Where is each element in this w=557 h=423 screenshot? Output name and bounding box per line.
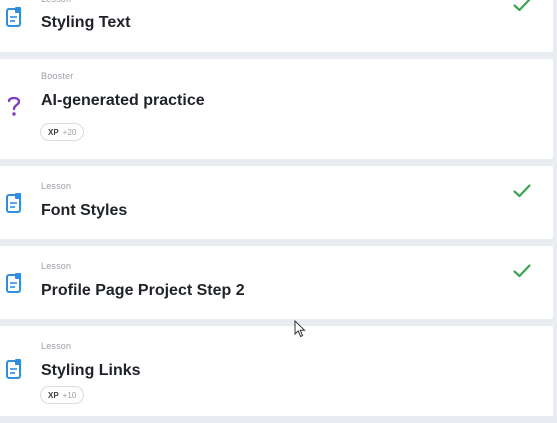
- question-mark-icon: [6, 95, 22, 116]
- xp-label: XP: [48, 127, 59, 137]
- list-item-profile-page-project-step-2[interactable]: Lesson Profile Page Project Step 2: [0, 246, 553, 319]
- item-title: Styling Links: [41, 362, 141, 379]
- lesson-doc-icon: [6, 7, 22, 27]
- xp-badge: XP +20: [40, 123, 85, 141]
- list-item-styling-text[interactable]: Lesson Styling Text: [0, 0, 553, 52]
- xp-value: +10: [62, 390, 77, 400]
- list-item-font-styles[interactable]: Lesson Font Styles: [0, 166, 553, 239]
- list-item-styling-links[interactable]: Lesson Styling Links XP +10: [0, 326, 553, 416]
- lesson-doc-icon: [6, 193, 22, 213]
- completed-check-icon: [513, 264, 531, 278]
- item-title: AI-generated practice: [41, 92, 205, 109]
- item-title: Font Styles: [41, 202, 128, 219]
- item-kind-label: Lesson: [41, 261, 72, 271]
- list-item-ai-generated-practice[interactable]: Booster AI-generated practice XP +20: [0, 59, 553, 159]
- item-title: Profile Page Project Step 2: [41, 282, 245, 299]
- item-kind-label: Lesson: [41, 181, 72, 191]
- mouse-pointer-icon: [294, 319, 306, 338]
- lesson-list: Lesson Styling Text Booster AI-generated…: [0, 0, 553, 423]
- item-kind-label: Lesson: [41, 0, 71, 4]
- xp-label: XP: [48, 390, 59, 400]
- item-kind-label: Booster: [41, 71, 74, 81]
- completed-check-icon: [513, 0, 531, 12]
- item-title: Styling Text: [41, 14, 131, 31]
- lesson-doc-icon: [6, 359, 22, 379]
- xp-value: +20: [62, 127, 77, 137]
- item-kind-label: Lesson: [41, 341, 72, 351]
- lesson-doc-icon: [6, 273, 22, 293]
- xp-badge: XP +10: [40, 386, 85, 404]
- completed-check-icon: [513, 184, 531, 198]
